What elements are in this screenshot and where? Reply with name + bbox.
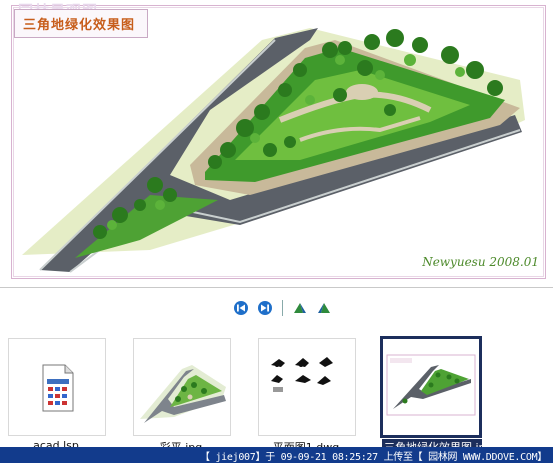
thumbnail-plan-dwg[interactable] (258, 338, 356, 436)
dwg-preview (271, 357, 333, 392)
rotate-left-button[interactable] (291, 300, 308, 317)
toolbar-separator (282, 300, 283, 316)
previous-button[interactable] (232, 300, 249, 317)
drawing-signature: Newyuesu 2008.01 (422, 255, 539, 269)
viewer-toolbar (232, 298, 339, 318)
rotate-left-icon (293, 303, 306, 313)
lsp-file-icon (42, 364, 74, 412)
thumbnail-acad-lsp[interactable] (8, 338, 106, 436)
render-preview (386, 354, 476, 416)
rotate-right-icon (317, 303, 330, 313)
next-button[interactable] (256, 300, 273, 317)
next-icon (257, 301, 272, 315)
image-preview: 园林景观图 三角地绿化效果图 (0, 0, 553, 288)
upload-info-bar: 【 jiej007】于 09-09-21 08:25:27 上传至【 园林网 W… (0, 447, 553, 463)
color-plan-preview (140, 365, 226, 423)
thumbnail-color-plan[interactable] (133, 338, 231, 436)
previous-icon (233, 301, 248, 315)
upload-info-text: 【 jiej007】于 09-09-21 08:25:27 上传至【 园林网 W… (200, 451, 547, 463)
rotate-right-button[interactable] (315, 300, 332, 317)
thumbnail-render-selected[interactable] (380, 336, 482, 438)
landscape-render (22, 28, 525, 273)
